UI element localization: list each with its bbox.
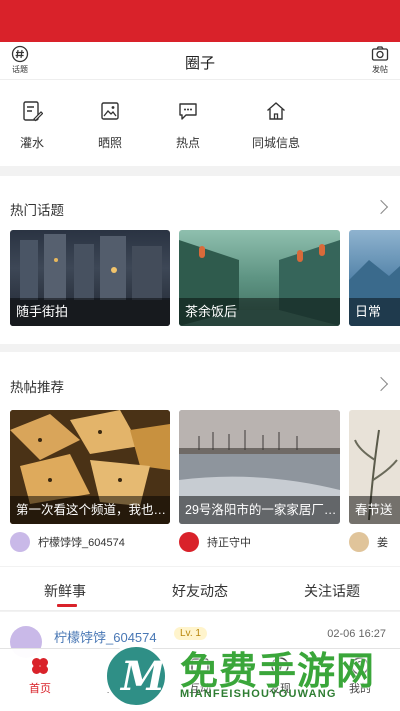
- nav-home[interactable]: 首页: [10, 655, 70, 696]
- page-title: 圈子: [184, 55, 215, 72]
- nav-label: 发现: [269, 683, 291, 695]
- quick-action-local[interactable]: 同城信息: [246, 100, 306, 151]
- post-author[interactable]: 持正守中: [179, 532, 340, 554]
- nav-discover[interactable]: 发现: [250, 655, 310, 696]
- hot-topics-title: 热门话题: [10, 203, 64, 218]
- quick-action-water[interactable]: 灌水: [2, 100, 62, 151]
- post-card[interactable]: 春节送: [349, 410, 400, 524]
- camera-icon: [371, 46, 389, 61]
- post-author[interactable]: 柠檬饽饽_604574: [10, 532, 170, 554]
- author-name: 持正守中: [207, 537, 251, 549]
- clover-icon: [32, 658, 48, 674]
- topic-label: 日常: [349, 298, 400, 326]
- nav-label: 我的: [349, 683, 371, 695]
- post-caption: 29号洛阳市的一家家居厂…: [179, 496, 340, 524]
- post-author[interactable]: 姜: [349, 532, 400, 554]
- quick-action-label: 晒照: [97, 136, 122, 150]
- tab-followed-topics[interactable]: 关注话题: [304, 581, 360, 601]
- compass-icon: [271, 657, 289, 675]
- post-button-label: 发帖: [372, 65, 388, 74]
- hot-posts-section: 热帖推荐 第一次看这个频道，我也… 柠檬饽饽_604574 29号洛阳市的一家家…: [0, 352, 400, 566]
- topic-card[interactable]: 茶余饭后: [179, 230, 340, 326]
- post-card[interactable]: 第一次看这个频道，我也…: [10, 410, 170, 524]
- avatar: [349, 532, 369, 552]
- feed-author-name[interactable]: 柠檬饽饽_604574: [54, 627, 157, 646]
- interact-icon: [191, 658, 209, 672]
- hot-topics-section: 热门话题 随手街拍 茶余饭后 日常: [0, 176, 400, 344]
- status-bar: [0, 0, 400, 42]
- post-button[interactable]: 发帖: [360, 45, 400, 75]
- chevron-right-icon[interactable]: [373, 199, 389, 215]
- feed-time: 02-06 16:27: [327, 628, 386, 640]
- topic-card[interactable]: 随手街拍: [10, 230, 170, 326]
- topic-card[interactable]: 日常: [349, 230, 400, 326]
- photo-icon: [101, 102, 119, 120]
- nav-life[interactable]: 生活: [88, 655, 148, 696]
- quick-action-label: 热点: [175, 136, 200, 150]
- top-nav: 话题 圈子 发帖: [0, 42, 400, 80]
- level-badge: Lv. 1: [174, 627, 207, 640]
- nav-label: 生活: [107, 683, 129, 695]
- home-icon: [267, 102, 285, 120]
- quick-action-label: 灌水: [19, 136, 44, 150]
- nav-mine[interactable]: 我的: [330, 655, 390, 696]
- author-name: 姜: [377, 537, 388, 549]
- topic-label: 茶余饭后: [179, 298, 340, 326]
- nav-label: 首页: [29, 683, 51, 695]
- chevron-right-icon[interactable]: [373, 376, 389, 392]
- bottom-nav: 首页 生活 互动 发现 我的: [0, 648, 400, 711]
- user-icon: [351, 657, 369, 675]
- author-name: 柠檬饽饽_604574: [38, 537, 125, 549]
- hot-posts-title: 热帖推荐: [10, 380, 64, 395]
- quick-action-photo[interactable]: 晒照: [80, 100, 140, 151]
- nav-label: 互动: [189, 683, 211, 695]
- life-icon: [109, 657, 127, 675]
- chat-icon: [179, 103, 197, 120]
- post-caption: 第一次看这个频道，我也…: [10, 496, 170, 524]
- quick-actions: 灌水 晒照 热点 同城信息: [0, 80, 400, 166]
- tab-friends[interactable]: 好友动态: [172, 581, 228, 601]
- tab-fresh[interactable]: 新鲜事: [44, 581, 86, 601]
- edit-icon: [23, 101, 43, 122]
- post-card[interactable]: 29号洛阳市的一家家居厂…: [179, 410, 340, 524]
- active-tab-indicator: [57, 604, 77, 607]
- quick-action-label: 同城信息: [251, 136, 300, 150]
- quick-action-hot[interactable]: 热点: [158, 100, 218, 151]
- topic-label: 随手街拍: [10, 298, 170, 326]
- feed-tabs: 新鲜事 好友动态 关注话题: [0, 567, 400, 611]
- nav-interact[interactable]: 互动: [170, 655, 230, 696]
- avatar: [179, 532, 199, 552]
- post-caption: 春节送: [349, 496, 400, 524]
- avatar: [10, 532, 30, 552]
